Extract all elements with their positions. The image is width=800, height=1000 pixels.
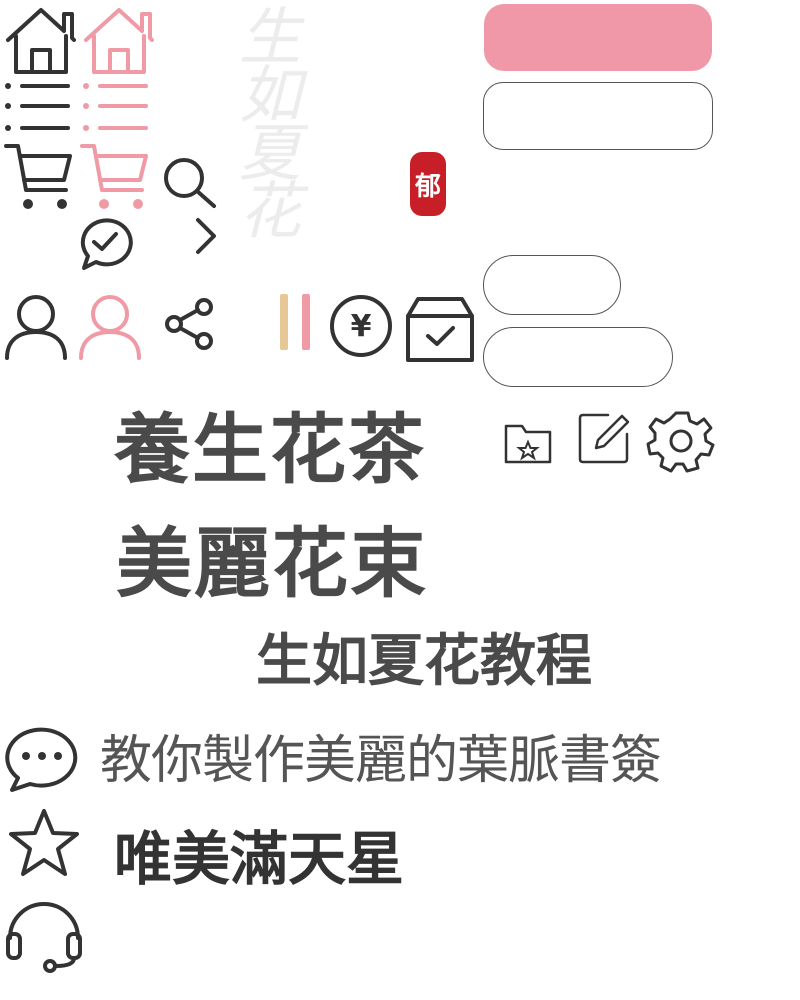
search-icon[interactable] — [162, 156, 218, 210]
home-icon[interactable] — [4, 4, 78, 76]
share-icon[interactable] — [164, 298, 216, 350]
user-icon[interactable] — [4, 294, 68, 360]
user-icon-pink[interactable] — [78, 294, 142, 360]
chevron-right-icon[interactable] — [192, 216, 220, 256]
star-icon[interactable] — [8, 808, 80, 878]
chat-row-text: 教你製作美麗的葉脈書簽 — [100, 731, 662, 791]
decorative-calligraphy: 生如夏花 — [228, 4, 301, 236]
cart-icon-pink[interactable] — [80, 142, 150, 210]
list-icon[interactable] — [4, 80, 70, 136]
yen-icon[interactable]: ¥ — [328, 294, 394, 358]
cart-icon[interactable] — [4, 142, 74, 210]
outline-button[interactable] — [483, 82, 713, 150]
tan-bar — [280, 294, 288, 350]
headset-icon[interactable] — [4, 900, 84, 974]
folder-star-icon[interactable] — [504, 422, 552, 464]
edit-icon[interactable] — [578, 412, 630, 464]
chat-icon[interactable] — [4, 724, 78, 792]
list-icon-pink[interactable] — [82, 80, 148, 136]
home-icon-pink[interactable] — [82, 4, 156, 76]
star-row-text: 唯美滿天星 — [114, 825, 405, 893]
pink-bar — [302, 294, 310, 350]
gear-icon[interactable] — [650, 410, 714, 472]
heading-line-3: 生如夏花教程 — [256, 629, 592, 694]
heading-line-1: 養生花茶 — [114, 405, 426, 494]
pill-button-small[interactable] — [483, 255, 621, 315]
yen-symbol: ¥ — [350, 308, 372, 344]
pill-button-large[interactable] — [483, 327, 673, 387]
box-check-icon[interactable] — [404, 296, 476, 364]
heading-line-2: 美麗花束 — [116, 519, 428, 608]
primary-button[interactable] — [484, 4, 712, 71]
seal-stamp: 郁 — [410, 152, 446, 216]
check-bubble-icon[interactable] — [78, 216, 134, 270]
